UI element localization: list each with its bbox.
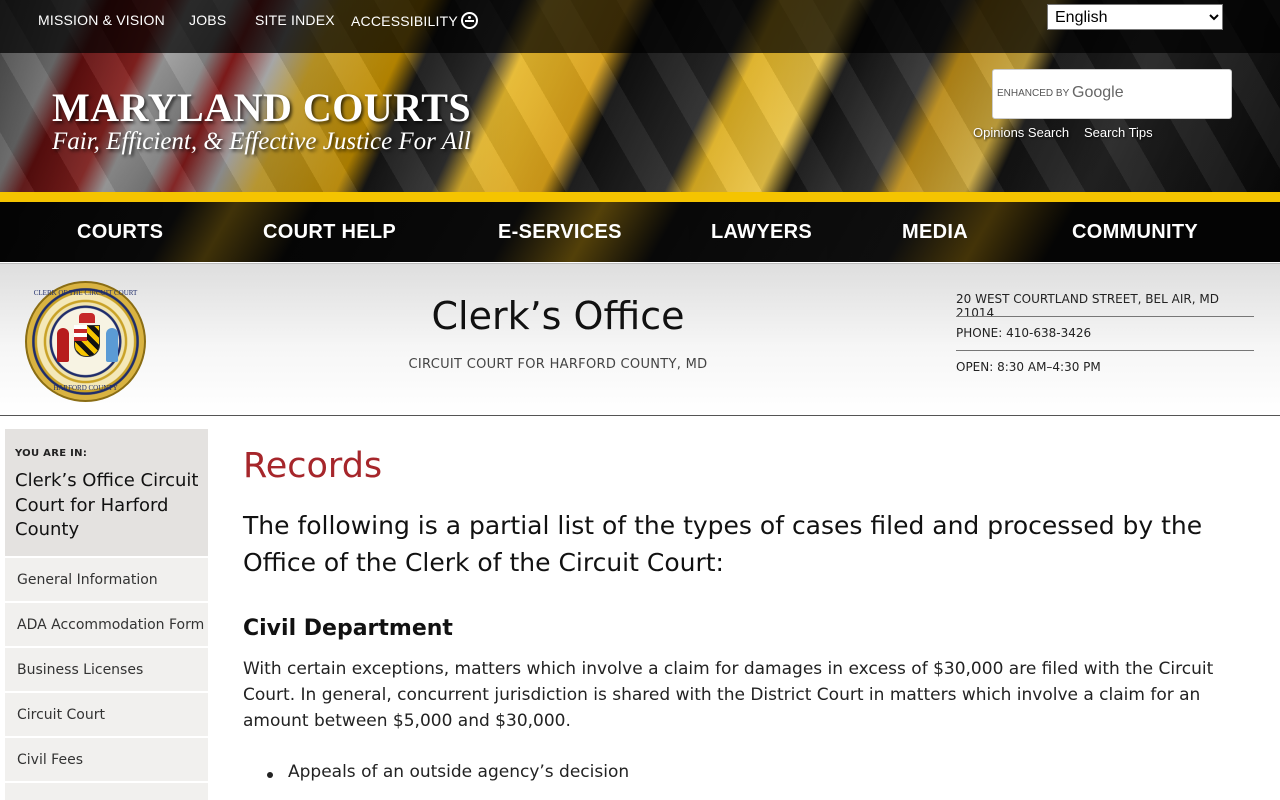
language-select[interactable]: English: [1047, 4, 1223, 30]
contact-divider: [956, 316, 1254, 317]
office-title: Clerk’s Office: [431, 294, 685, 338]
sidebar-item-civil-fees[interactable]: Civil Fees: [5, 738, 208, 782]
nav-community[interactable]: COMMUNITY: [1072, 221, 1198, 244]
nav-e-services[interactable]: E-SERVICES: [498, 221, 622, 244]
yellow-divider: [0, 192, 1280, 202]
mission-vision-link[interactable]: MISSION & VISION: [38, 12, 165, 28]
office-subtitle: CIRCUIT COURT FOR HARFORD COUNTY, MD: [408, 357, 708, 372]
search-tips-link[interactable]: Search Tips: [1084, 125, 1153, 140]
opinions-search-link[interactable]: Opinions Search: [973, 125, 1069, 140]
office-phone: PHONE: 410-638-3426: [956, 326, 1092, 340]
sidebar: YOU ARE IN: Clerk’s Office Circuit Court…: [5, 429, 208, 800]
contact-divider: [956, 350, 1254, 351]
brand-title[interactable]: MARYLAND COURTS: [52, 84, 471, 131]
sidebar-item-business-licenses[interactable]: Business Licenses: [5, 648, 208, 692]
sidebar-item-next[interactable]: [5, 783, 208, 800]
county-seal: CLERK OF THE CIRCUIT COURT HARFORD COUNT…: [25, 281, 146, 402]
brand-tagline: Fair, Efficient, & Effective Justice For…: [52, 128, 471, 155]
nav-courts[interactable]: COURTS: [77, 221, 163, 244]
accessibility-label: ACCESSIBILITY: [351, 13, 458, 29]
sidebar-item-general-information[interactable]: General Information: [5, 558, 208, 602]
intro-text: The following is a partial list of the t…: [243, 511, 1203, 577]
civil-description: With certain exceptions, matters which i…: [243, 659, 1214, 731]
page-title: Records: [243, 446, 383, 486]
section-heading-civil: Civil Department: [243, 616, 453, 641]
nav-lawyers[interactable]: LAWYERS: [711, 221, 812, 244]
site-index-link[interactable]: SITE INDEX: [255, 12, 335, 28]
current-section[interactable]: Clerk’s Office Circuit Court for Harford…: [15, 469, 205, 543]
seal-bottom-text: HARFORD COUNTY: [53, 384, 118, 392]
list-item: Appeals of an outside agency’s decision: [288, 762, 630, 782]
office-hours: OPEN: 8:30 AM–4:30 PM: [956, 360, 1101, 374]
bullet-icon: [267, 772, 273, 778]
search-input[interactable]: [993, 70, 1231, 118]
jobs-link[interactable]: JOBS: [189, 12, 226, 28]
seal-figure-right: [106, 328, 118, 362]
nav-media[interactable]: MEDIA: [902, 221, 968, 244]
sidebar-item-ada-accommodation-form[interactable]: ADA Accommodation Form: [5, 603, 208, 647]
seal-figure-left: [57, 328, 69, 362]
accessibility-link[interactable]: ACCESSIBILITY: [351, 12, 478, 29]
seal-top-text: CLERK OF THE CIRCUIT COURT: [33, 289, 138, 297]
breadcrumb: YOU ARE IN: Clerk’s Office Circuit Court…: [5, 429, 208, 557]
sidebar-item-circuit-court[interactable]: Circuit Court: [5, 693, 208, 737]
site-header: MISSION & VISION JOBS SITE INDEX ACCESSI…: [0, 0, 1280, 192]
seal-shield-quarter: [74, 325, 87, 341]
main-nav: COURTS COURT HELP E-SERVICES LAWYERS MED…: [0, 202, 1280, 262]
you-are-in-label: YOU ARE IN:: [15, 448, 88, 459]
search-box[interactable]: ENHANCED BY Google: [992, 69, 1232, 119]
accessibility-icon: [460, 12, 478, 29]
seal-crown: [79, 313, 95, 323]
nav-court-help[interactable]: COURT HELP: [263, 221, 396, 244]
